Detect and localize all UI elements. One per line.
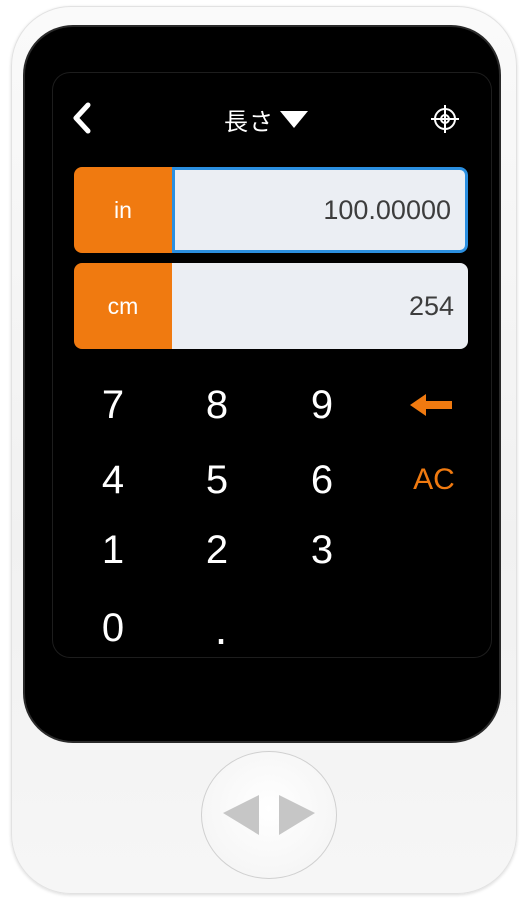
- key-8[interactable]: 8: [182, 375, 252, 435]
- backspace-arrow-icon: [410, 394, 452, 416]
- back-button[interactable]: [66, 100, 96, 136]
- key-6[interactable]: 6: [287, 450, 357, 510]
- key-2[interactable]: 2: [182, 520, 252, 580]
- value-field-in[interactable]: 100.00000: [172, 167, 468, 253]
- unit-selector-cm[interactable]: cm: [74, 263, 172, 349]
- key-decimal[interactable]: .: [186, 598, 256, 658]
- key-0[interactable]: 0: [78, 598, 148, 658]
- unit-selector-in[interactable]: in: [74, 167, 172, 253]
- logo-triangles-icon: [223, 795, 315, 835]
- page-title: 長さ: [224, 108, 274, 136]
- conversion-row-cm: cm 254: [74, 263, 468, 349]
- header-bar: 長さ: [52, 92, 492, 144]
- value-field-cm[interactable]: 254: [172, 263, 468, 349]
- key-1[interactable]: 1: [78, 520, 148, 580]
- key-4[interactable]: 4: [78, 450, 148, 510]
- clear-all-button[interactable]: AC: [399, 450, 469, 510]
- home-button[interactable]: [201, 751, 337, 879]
- caret-down-icon: [280, 110, 308, 128]
- backspace-button[interactable]: [396, 375, 466, 435]
- conversion-row-in: in 100.00000: [74, 167, 468, 253]
- key-7[interactable]: 7: [78, 375, 148, 435]
- unit-category-dropdown[interactable]: 長さ: [224, 102, 308, 136]
- chevron-left-icon: [73, 102, 91, 134]
- key-9[interactable]: 9: [287, 375, 357, 435]
- crosshair-target-icon: [431, 105, 459, 133]
- key-3[interactable]: 3: [287, 520, 357, 580]
- key-5[interactable]: 5: [182, 450, 252, 510]
- target-button[interactable]: [430, 104, 460, 134]
